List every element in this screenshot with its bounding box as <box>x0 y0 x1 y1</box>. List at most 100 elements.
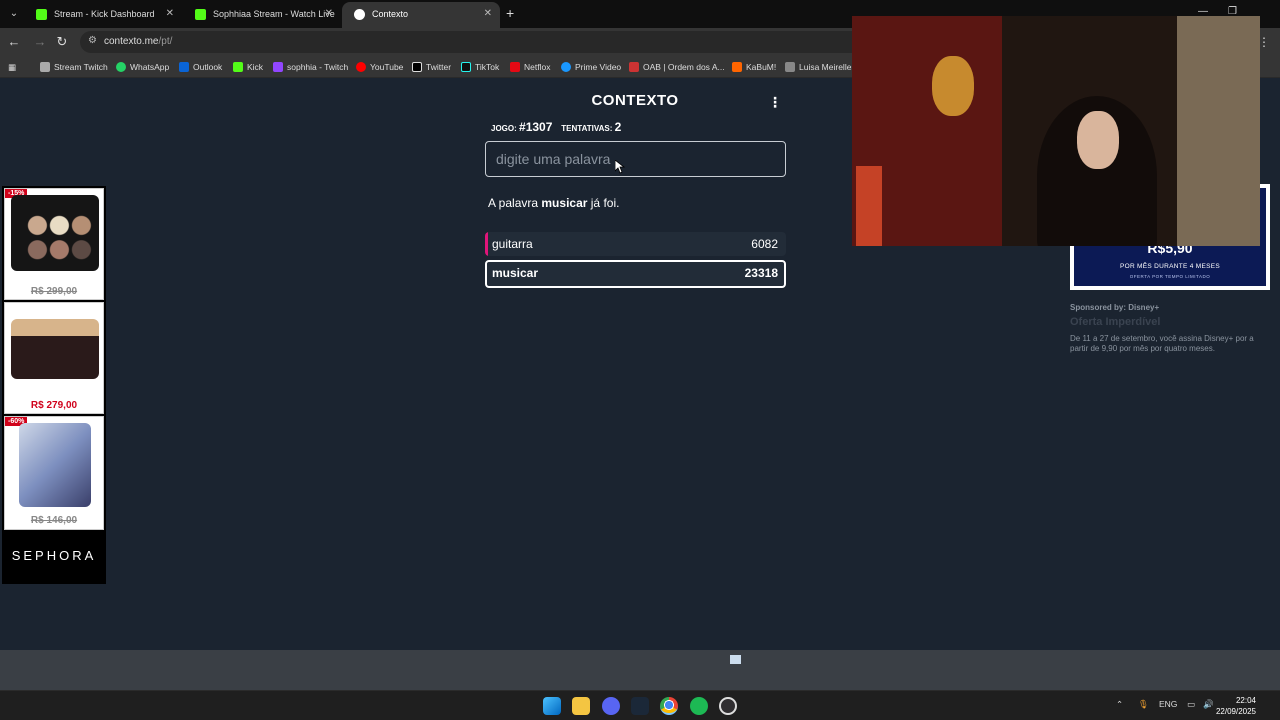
ad-product[interactable]: R$ 279,00 <box>4 302 104 414</box>
volume-icon[interactable]: 🔊 <box>1203 699 1214 710</box>
chrome-icon[interactable] <box>660 697 678 715</box>
close-tab-icon[interactable]: ✕ <box>166 2 174 26</box>
tab-kick-dashboard[interactable]: Stream - Kick Dashboard ✕ <box>24 2 182 28</box>
discord-icon[interactable] <box>602 697 620 715</box>
apps-icon[interactable]: ▦ <box>8 60 16 74</box>
tab-label: Contexto <box>372 9 409 19</box>
product-price: R$ 146,00 <box>30 515 78 526</box>
bookmark-outlook[interactable]: Outlook <box>179 60 222 74</box>
tab-label: Sophhiaa Stream - Watch Live <box>213 9 335 19</box>
sponsored-title[interactable]: Oferta Imperdível <box>1070 316 1160 328</box>
x-twitter-icon <box>412 62 422 72</box>
guess-row-current: musicar 23318 <box>485 260 786 288</box>
new-tab-button[interactable]: + <box>506 5 514 21</box>
bookmark-stream-twitch[interactable]: Stream Twitch <box>40 60 108 74</box>
eyeshadow-palette-image <box>11 195 99 271</box>
close-tab-icon[interactable]: ✕ <box>325 2 333 26</box>
eyeshadow-palette-image <box>11 319 99 379</box>
bookmark-kick[interactable]: Kick <box>233 60 263 74</box>
netflix-icon <box>510 62 520 72</box>
outlook-icon <box>179 62 189 72</box>
streamer-face <box>1077 111 1119 169</box>
url-host: contexto.me <box>104 36 159 47</box>
bookmark-twitter[interactable]: Twitter <box>412 60 451 74</box>
taskbar: ⌃ 🎙 ENG ▭ 🔊 22:04 22/09/2025 <box>0 690 1280 720</box>
windows-start-icon[interactable] <box>543 697 561 715</box>
bottom-ad-strip <box>0 650 1280 690</box>
language-indicator[interactable]: ENG <box>1159 699 1177 709</box>
kick-icon <box>195 9 206 20</box>
prime-video-icon <box>561 62 571 72</box>
ad-line-1: POR MÊS DURANTE 4 MESES <box>1119 263 1221 270</box>
attempts-label: TENTATIVAS: <box>561 124 613 133</box>
guess-word: guitarra <box>492 237 533 251</box>
guess-rank: 23318 <box>744 266 778 280</box>
game-number: #1307 <box>519 120 553 134</box>
microphone-icon[interactable]: 🎙 <box>1138 699 1149 710</box>
tiktok-icon <box>461 62 471 72</box>
tray-chevron-icon[interactable]: ⌃ <box>1116 699 1123 710</box>
guitar <box>932 56 974 116</box>
ad-line-2: OFERTA POR TEMPO LIMITADO <box>1129 274 1211 279</box>
file-explorer-icon[interactable] <box>572 697 590 715</box>
game-info: JOGO: #1307 TENTATIVAS: 2 <box>491 120 621 134</box>
steam-icon[interactable] <box>631 697 649 715</box>
site-info-icon[interactable]: ⚙ <box>88 35 97 46</box>
product-price: R$ 279,00 <box>30 400 78 411</box>
word-input[interactable] <box>485 141 786 177</box>
sponsored-body: De 11 a 27 de setembro, você assina Disn… <box>1070 334 1254 353</box>
clock-date: 22/09/2025 <box>1215 707 1256 716</box>
guess-bar <box>485 232 488 256</box>
already-guessed-message: A palavra musicar já foi. <box>488 196 620 210</box>
kabum-icon <box>732 62 742 72</box>
attempts-count: 2 <box>614 120 622 134</box>
lamp <box>856 166 882 246</box>
close-tab-icon[interactable]: ✕ <box>484 2 492 26</box>
bookmark-netflox[interactable]: Netflox <box>510 60 550 74</box>
game-label: JOGO: <box>491 124 517 133</box>
sephora-ad[interactable]: -15% R$ 299,00 R$ 279,00 -60% R$ 146,00 … <box>2 186 106 584</box>
page-title: CONTEXTO <box>591 92 679 109</box>
bookmark-sophhia-twitch[interactable]: sophhia - Twitch <box>273 60 348 74</box>
back-icon[interactable]: ← <box>6 34 22 50</box>
bookmark-whatsapp[interactable]: WhatsApp <box>116 60 169 74</box>
ad-choices-icon[interactable] <box>730 655 741 664</box>
forward-icon[interactable]: → <box>32 34 48 50</box>
obs-icon[interactable] <box>719 697 737 715</box>
tab-sophhiaa-stream[interactable]: Sophhiaa Stream - Watch Live ✕ <box>183 2 341 28</box>
webcam-overlay <box>852 16 1260 246</box>
bookmark-luisa-meirelles[interactable]: Luisa Meirelles <box>785 60 856 74</box>
bookmark-prime-video[interactable]: Prime Video <box>561 60 621 74</box>
oab-icon <box>629 62 639 72</box>
mouse-cursor-icon <box>615 160 625 174</box>
eyeshadow-palette-image <box>19 423 91 507</box>
bookmark-tiktok[interactable]: TikTok <box>461 60 499 74</box>
system-clock[interactable]: 22:04 22/09/2025 <box>1216 695 1256 717</box>
spotify-icon[interactable] <box>690 697 708 715</box>
youtube-icon <box>356 62 366 72</box>
guess-word: musicar <box>492 266 539 280</box>
guess-row: guitarra 6082 <box>485 232 786 256</box>
reload-icon[interactable]: ↻ <box>54 34 70 50</box>
bookmark-oab[interactable]: OAB | Ordem dos A... <box>629 60 725 74</box>
tab-search-icon[interactable]: ⌄ <box>6 6 22 22</box>
tab-contexto[interactable]: Contexto ✕ <box>342 2 500 28</box>
sponsored-label: Sponsored by: Disney+ <box>1070 303 1160 312</box>
bookmark-youtube[interactable]: YouTube <box>356 60 403 74</box>
clock-time: 22:04 <box>1235 696 1256 705</box>
bookmark-kabum[interactable]: KaBuM! <box>732 60 776 74</box>
url-path: /pt/ <box>158 36 173 47</box>
kick-icon <box>233 62 243 72</box>
twitch-icon <box>273 62 283 72</box>
ad-product[interactable]: -60% R$ 146,00 <box>4 416 104 530</box>
contexto-icon <box>354 9 365 20</box>
sephora-logo: SEPHORA <box>11 548 97 563</box>
game-menu-icon[interactable]: ⋮ <box>768 94 782 111</box>
product-price: R$ 299,00 <box>30 286 78 297</box>
display-icon[interactable]: ▭ <box>1187 699 1195 710</box>
bookmark-site-icon <box>785 62 795 72</box>
kick-icon <box>36 9 47 20</box>
guess-rank: 6082 <box>751 237 778 251</box>
ad-product[interactable]: -15% R$ 299,00 <box>4 188 104 300</box>
whatsapp-icon <box>116 62 126 72</box>
